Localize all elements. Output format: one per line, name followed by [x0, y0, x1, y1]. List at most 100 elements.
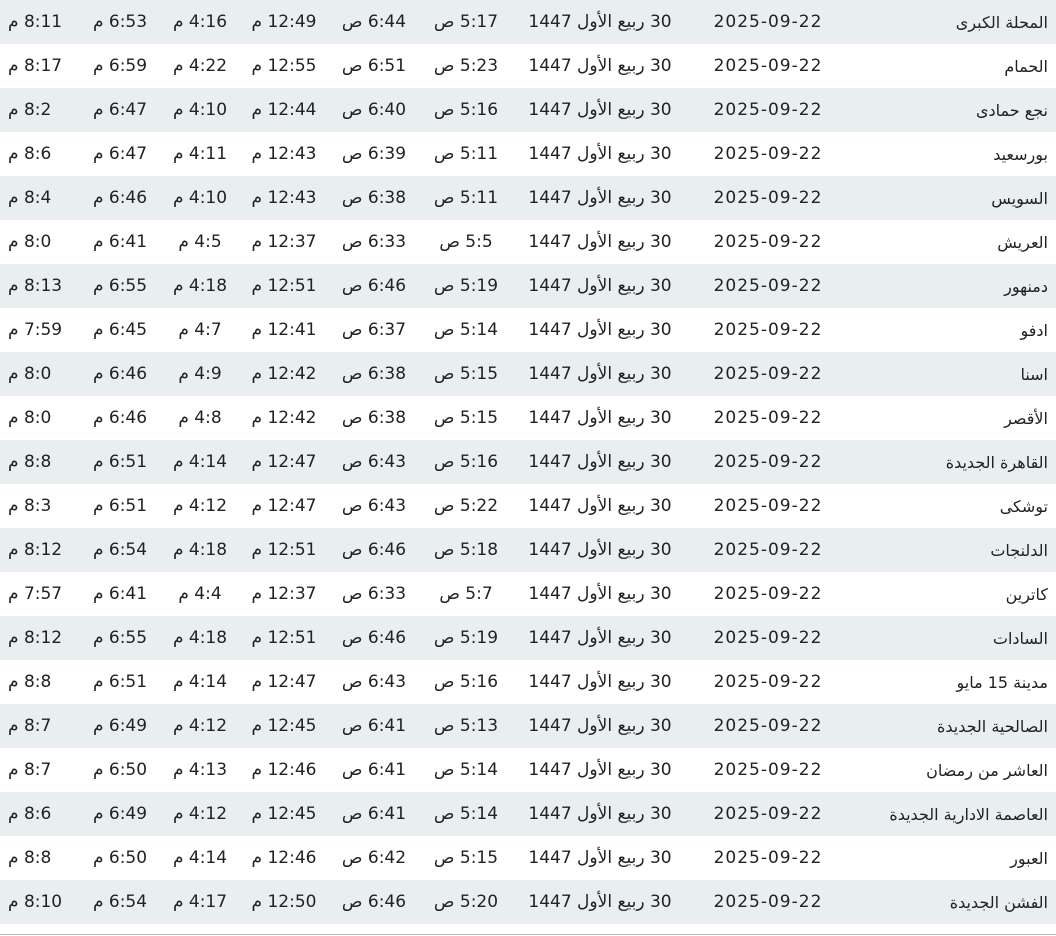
fajr-time-cell: 5:5 ص: [439, 232, 493, 252]
maghrib-time-cell: 6:51 م: [92, 672, 148, 692]
fajr-time-cell: 5:18 ص: [433, 540, 499, 560]
maghrib-time-cell: 6:54 م: [92, 540, 148, 560]
isha-time-cell: 8:7 م: [8, 760, 52, 780]
fajr-time-cell: 5:15 ص: [433, 364, 499, 384]
hijri-date-cell: 30 ربيع الأول 1447: [528, 848, 672, 868]
asr-time-cell: 4:14 م: [172, 452, 228, 472]
isha-time-cell: 8:4 م: [8, 188, 52, 208]
city-cell: العاشر من رمضان: [926, 760, 1048, 780]
fajr-time-cell: 5:19 ص: [433, 276, 499, 296]
hijri-date-cell: 30 ربيع الأول 1447: [528, 892, 672, 912]
sunrise-time-cell: 6:37 ص: [341, 320, 407, 340]
gregorian-date-cell: 2025-09-22: [713, 144, 823, 164]
hijri-date-cell: 30 ربيع الأول 1447: [528, 584, 672, 604]
maghrib-time-cell: 6:46 م: [92, 408, 148, 428]
isha-time-cell: 8:2 م: [8, 100, 52, 120]
maghrib-time-cell: 6:50 م: [92, 848, 148, 868]
gregorian-date-cell: 2025-09-22: [713, 584, 823, 604]
gregorian-date-cell: 2025-09-22: [713, 320, 823, 340]
table-body: المحلة الكبرى 2025-09-22 30 ربيع الأول 144…: [0, 0, 1056, 924]
asr-time-cell: 4:11 م: [172, 144, 228, 164]
fajr-time-cell: 5:11 ص: [433, 144, 499, 164]
gregorian-date-cell: 2025-09-22: [713, 804, 823, 824]
table-row: الأقصر 2025-09-22 30 ربيع الأول 1447 5:15 ص…: [0, 396, 1056, 440]
sunrise-time-cell: 6:41 ص: [341, 760, 407, 780]
sunrise-time-cell: 6:42 ص: [341, 848, 407, 868]
gregorian-date-cell: 2025-09-22: [713, 760, 823, 780]
asr-time-cell: 4:14 م: [172, 848, 228, 868]
hijri-date-cell: 30 ربيع الأول 1447: [528, 276, 672, 296]
city-cell: الصالحية الجديدة: [936, 716, 1048, 736]
sunrise-time-cell: 6:38 ص: [341, 364, 407, 384]
isha-time-cell: 8:0 م: [8, 408, 52, 428]
isha-time-cell: 8:11 م: [8, 12, 63, 32]
dhuhr-time-cell: 12:42 م: [251, 408, 317, 428]
maghrib-time-cell: 6:49 م: [92, 804, 148, 824]
fajr-time-cell: 5:15 ص: [433, 848, 499, 868]
city-cell: اسنا: [1020, 364, 1048, 384]
city-cell: القاهرة الجديدة: [945, 452, 1048, 472]
maghrib-time-cell: 6:59 م: [92, 56, 148, 76]
city-cell: كاترين: [1005, 584, 1048, 604]
sunrise-time-cell: 6:41 ص: [341, 716, 407, 736]
table-row: توشكى 2025-09-22 30 ربيع الأول 1447 5:22 ص 6…: [0, 484, 1056, 528]
dhuhr-time-cell: 12:37 م: [251, 232, 317, 252]
fajr-time-cell: 5:23 ص: [433, 56, 499, 76]
dhuhr-time-cell: 12:45 م: [251, 804, 317, 824]
dhuhr-time-cell: 12:51 م: [251, 276, 317, 296]
table-row: الصالحية الجديدة 2025-09-22 30 ربيع الأول …: [0, 704, 1056, 748]
hijri-date-cell: 30 ربيع الأول 1447: [528, 452, 672, 472]
maghrib-time-cell: 6:45 م: [92, 320, 148, 340]
hijri-date-cell: 30 ربيع الأول 1447: [528, 232, 672, 252]
hijri-date-cell: 30 ربيع الأول 1447: [528, 364, 672, 384]
table-row: دمنهور 2025-09-22 30 ربيع الأول 1447 5:19 ص…: [0, 264, 1056, 308]
maghrib-time-cell: 6:49 م: [92, 716, 148, 736]
table-row: بورسعيد 2025-09-22 30 ربيع الأول 1447 5:11 …: [0, 132, 1056, 176]
maghrib-time-cell: 6:46 م: [92, 364, 148, 384]
asr-time-cell: 4:13 م: [172, 760, 228, 780]
asr-time-cell: 4:18 م: [172, 276, 228, 296]
maghrib-time-cell: 6:47 م: [92, 144, 148, 164]
asr-time-cell: 4:14 م: [172, 672, 228, 692]
hijri-date-cell: 30 ربيع الأول 1447: [528, 408, 672, 428]
sunrise-time-cell: 6:46 ص: [341, 628, 407, 648]
maghrib-time-cell: 6:54 م: [92, 892, 148, 912]
gregorian-date-cell: 2025-09-22: [713, 672, 823, 692]
fajr-time-cell: 5:19 ص: [433, 628, 499, 648]
asr-time-cell: 4:10 م: [172, 100, 228, 120]
isha-time-cell: 8:6 م: [8, 144, 52, 164]
city-cell: نجع حمادى: [975, 100, 1048, 120]
hijri-date-cell: 30 ربيع الأول 1447: [528, 100, 672, 120]
fajr-time-cell: 5:15 ص: [433, 408, 499, 428]
sunrise-time-cell: 6:46 ص: [341, 892, 407, 912]
table-row: نجع حمادى 2025-09-22 30 ربيع الأول 1447 5:1…: [0, 88, 1056, 132]
table-bottom-divider: [0, 934, 1056, 935]
hijri-date-cell: 30 ربيع الأول 1447: [528, 320, 672, 340]
asr-time-cell: 4:8 م: [178, 408, 222, 428]
sunrise-time-cell: 6:38 ص: [341, 188, 407, 208]
fajr-time-cell: 5:16 ص: [433, 100, 499, 120]
sunrise-time-cell: 6:38 ص: [341, 408, 407, 428]
table-row: الدلنجات 2025-09-22 30 ربيع الأول 1447 5:18…: [0, 528, 1056, 572]
fajr-time-cell: 5:16 ص: [433, 672, 499, 692]
gregorian-date-cell: 2025-09-22: [713, 56, 823, 76]
sunrise-time-cell: 6:46 ص: [341, 276, 407, 296]
dhuhr-time-cell: 12:42 م: [251, 364, 317, 384]
asr-time-cell: 4:18 م: [172, 540, 228, 560]
city-cell: ادفو: [1020, 320, 1048, 340]
asr-time-cell: 4:7 م: [178, 320, 222, 340]
asr-time-cell: 4:12 م: [172, 716, 228, 736]
maghrib-time-cell: 6:55 م: [92, 276, 148, 296]
dhuhr-time-cell: 12:51 م: [251, 628, 317, 648]
dhuhr-time-cell: 12:46 م: [251, 848, 317, 868]
maghrib-time-cell: 6:50 م: [92, 760, 148, 780]
maghrib-time-cell: 6:47 م: [92, 100, 148, 120]
hijri-date-cell: 30 ربيع الأول 1447: [528, 188, 672, 208]
table-row: القاهرة الجديدة 2025-09-22 30 ربيع الأول 1…: [0, 440, 1056, 484]
dhuhr-time-cell: 12:47 م: [251, 672, 317, 692]
city-cell: توشكى: [999, 496, 1048, 516]
isha-time-cell: 8:7 م: [8, 716, 52, 736]
city-cell: الحمام: [1004, 56, 1048, 76]
sunrise-time-cell: 6:43 ص: [341, 452, 407, 472]
hijri-date-cell: 30 ربيع الأول 1447: [528, 56, 672, 76]
